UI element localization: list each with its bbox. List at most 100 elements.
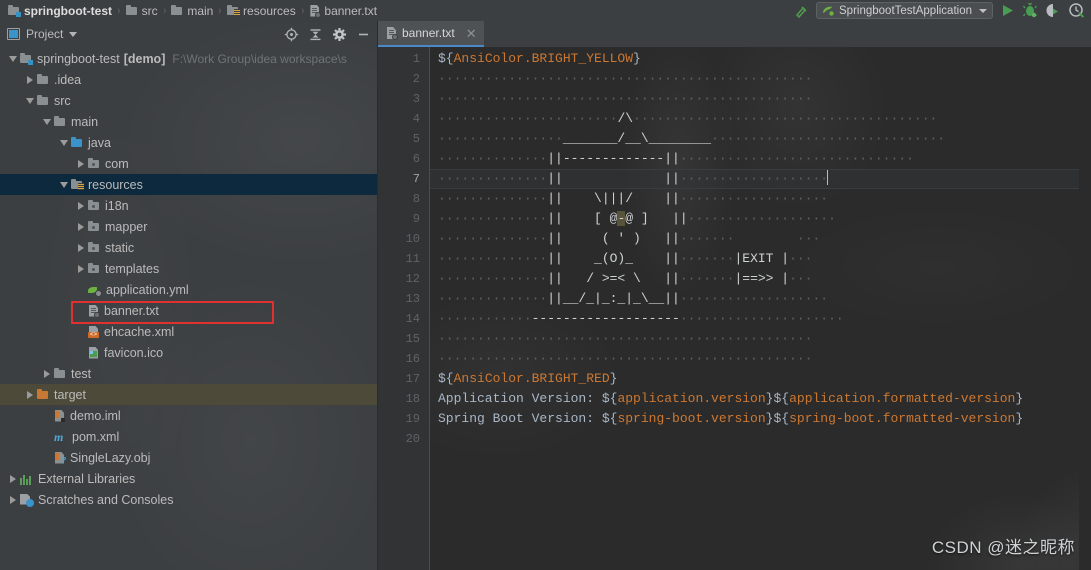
code-line[interactable]: ················_______/__\________·····… — [430, 129, 1079, 149]
collapse-all-icon[interactable] — [308, 27, 323, 42]
spring-yaml-icon — [88, 284, 102, 297]
code-token: application.version — [617, 391, 766, 406]
tree-node-external-libraries[interactable]: External Libraries — [0, 468, 377, 489]
tree-node-i18n[interactable]: i18n — [0, 195, 377, 216]
tab-banner-txt[interactable]: banner.txt ✕ — [378, 21, 484, 47]
tree-node-scratches-and-consoles[interactable]: Scratches and Consoles — [0, 489, 377, 510]
tree-node-src[interactable]: src — [0, 90, 377, 111]
tree-node-idea[interactable]: .idea — [0, 69, 377, 90]
code-line[interactable]: ········································… — [430, 69, 1079, 89]
code-token: ${ — [601, 411, 618, 426]
code-token: ······························ — [711, 131, 946, 146]
line-number: 4 — [412, 112, 420, 126]
tree-node-springboot-test[interactable]: springboot-test [demo] F:\Work Group\idea… — [0, 48, 377, 69]
breadcrumb-item-file[interactable]: banner.txt — [305, 0, 381, 21]
breadcrumb-item-main[interactable]: main — [167, 0, 217, 21]
collapse-arrow-icon[interactable] — [6, 48, 20, 69]
code-line[interactable]: ·······················/\···············… — [430, 109, 1079, 129]
tree-node-demo-iml[interactable]: demo.iml — [0, 405, 377, 426]
close-icon[interactable]: ✕ — [466, 27, 477, 40]
tree-node-static[interactable]: static — [0, 237, 377, 258]
tree-node-favicon-ico[interactable]: favicon.ico — [0, 342, 377, 363]
project-panel-title[interactable]: Project — [7, 27, 78, 41]
collapse-arrow-icon[interactable] — [57, 174, 71, 195]
expand-arrow-icon[interactable] — [40, 363, 54, 384]
tree-node-java[interactable]: java — [0, 132, 377, 153]
tree-node-com[interactable]: com — [0, 153, 377, 174]
code-token: ······················· — [438, 111, 618, 126]
code-token: ·············· — [438, 171, 548, 186]
expand-arrow-icon[interactable] — [74, 258, 88, 279]
tree-node-pom-xml[interactable]: m pom.xml — [0, 426, 377, 447]
code-line[interactable]: ··············|| \|||/ ||···············… — [430, 189, 1079, 209]
code-line[interactable]: Application Version: ${application.versi… — [430, 389, 1079, 409]
code-editor[interactable]: 1 2 3 4 5 6 7 8 9 10 11 12 13 14 15 16 17 18 19 20 ${AnsiCo… — [378, 47, 1091, 570]
tree-node-singlelazy-obj[interactable]: ? SingleLazy.obj — [0, 447, 377, 468]
tree-node-target[interactable]: target — [0, 384, 377, 405]
tree-node-banner-txt[interactable]: banner.txt — [0, 300, 377, 321]
expand-arrow-icon[interactable] — [6, 468, 20, 489]
breadcrumb-item-src[interactable]: src — [122, 0, 162, 21]
code-content[interactable]: ${AnsiColor.BRIGHT_YELLOW} ··············… — [430, 47, 1079, 570]
hammer-icon[interactable] — [794, 3, 810, 19]
code-line[interactable]: ··············|| _(O)_ ||·······|EXIT |·… — [430, 249, 1079, 269]
tree-node-resources[interactable]: resources — [0, 174, 377, 195]
code-line[interactable]: ········································… — [430, 89, 1079, 109]
debug-button[interactable] — [1022, 2, 1039, 19]
breadcrumb-item-project[interactable]: springboot-test — [4, 0, 116, 21]
project-tree[interactable]: springboot-test [demo] F:\Work Group\idea… — [0, 47, 377, 570]
expand-arrow-icon[interactable] — [74, 153, 88, 174]
run-button[interactable] — [999, 2, 1016, 19]
code-token: ······· — [679, 271, 735, 286]
run-with-coverage-button[interactable] — [1045, 2, 1062, 19]
code-line[interactable]: ··············||__/_|_:_|_\__||·········… — [430, 289, 1079, 309]
profile-button[interactable] — [1068, 2, 1085, 19]
code-line[interactable]: Spring Boot Version: ${spring-boot.versi… — [430, 409, 1079, 429]
code-token: [ @ — [562, 211, 618, 226]
collapse-arrow-icon[interactable] — [40, 111, 54, 132]
crosshair-target-icon[interactable] — [284, 27, 299, 42]
tree-node-label: .idea — [54, 72, 82, 87]
code-token: || — [547, 171, 563, 186]
code-line[interactable] — [430, 429, 1079, 449]
code-line[interactable]: ··············|| ( ' ) ||······· ··· — [430, 229, 1079, 249]
gear-icon[interactable] — [332, 27, 347, 42]
collapse-arrow-icon[interactable] — [57, 132, 71, 153]
expand-arrow-icon[interactable] — [74, 195, 88, 216]
package-folder-icon — [88, 158, 100, 169]
expand-arrow-icon[interactable] — [23, 69, 37, 90]
package-folder-icon — [88, 263, 100, 274]
breadcrumb-label: src — [141, 3, 158, 18]
expand-arrow-icon[interactable] — [74, 216, 88, 237]
tree-node-main[interactable]: main — [0, 111, 377, 132]
code-line[interactable]: ········································… — [430, 329, 1079, 349]
tree-node-ehcache-xml[interactable]: <> ehcache.xml — [0, 321, 377, 342]
expand-arrow-icon[interactable] — [6, 489, 20, 510]
code-token: / >=< \ — [562, 271, 665, 286]
code-line[interactable]: ··············|| [ @-@ ] ||·············… — [430, 209, 1079, 229]
tree-node-label: resources — [88, 177, 143, 192]
collapse-arrow-icon[interactable] — [23, 90, 37, 111]
code-line[interactable]: ············-------------------·········… — [430, 309, 1079, 329]
tree-node-label: main — [71, 114, 99, 129]
code-line[interactable]: ${AnsiColor.BRIGHT_RED} — [430, 369, 1079, 389]
tree-node-application-yml[interactable]: application.yml — [0, 279, 377, 300]
run-configuration-selector[interactable]: SpringbootTestApplication — [816, 2, 993, 19]
unknown-file-icon: ? — [54, 452, 66, 464]
error-stripe-scrollbar[interactable] — [1079, 47, 1091, 570]
code-line[interactable]: ··············|| / >=< \ ||·······|==>> … — [430, 269, 1079, 289]
breadcrumb-item-resources[interactable]: resources — [223, 0, 300, 21]
code-line[interactable]: ········································… — [430, 349, 1079, 369]
code-line[interactable]: ··············|| ||··················· — [430, 169, 1079, 189]
minimize-icon[interactable] — [356, 27, 371, 42]
expand-arrow-icon[interactable] — [23, 384, 37, 405]
line-number: 9 — [412, 212, 420, 226]
tree-node-mapper[interactable]: mapper — [0, 216, 377, 237]
expand-arrow-icon[interactable] — [74, 237, 88, 258]
tree-node-test[interactable]: test — [0, 363, 377, 384]
code-line[interactable]: ${AnsiColor.BRIGHT_YELLOW} — [430, 49, 1079, 69]
tree-node-templates[interactable]: templates — [0, 258, 377, 279]
code-token: |EXIT | — [734, 251, 790, 266]
line-number: 5 — [412, 132, 420, 146]
code-line[interactable]: ··············||-------------||·········… — [430, 149, 1079, 169]
